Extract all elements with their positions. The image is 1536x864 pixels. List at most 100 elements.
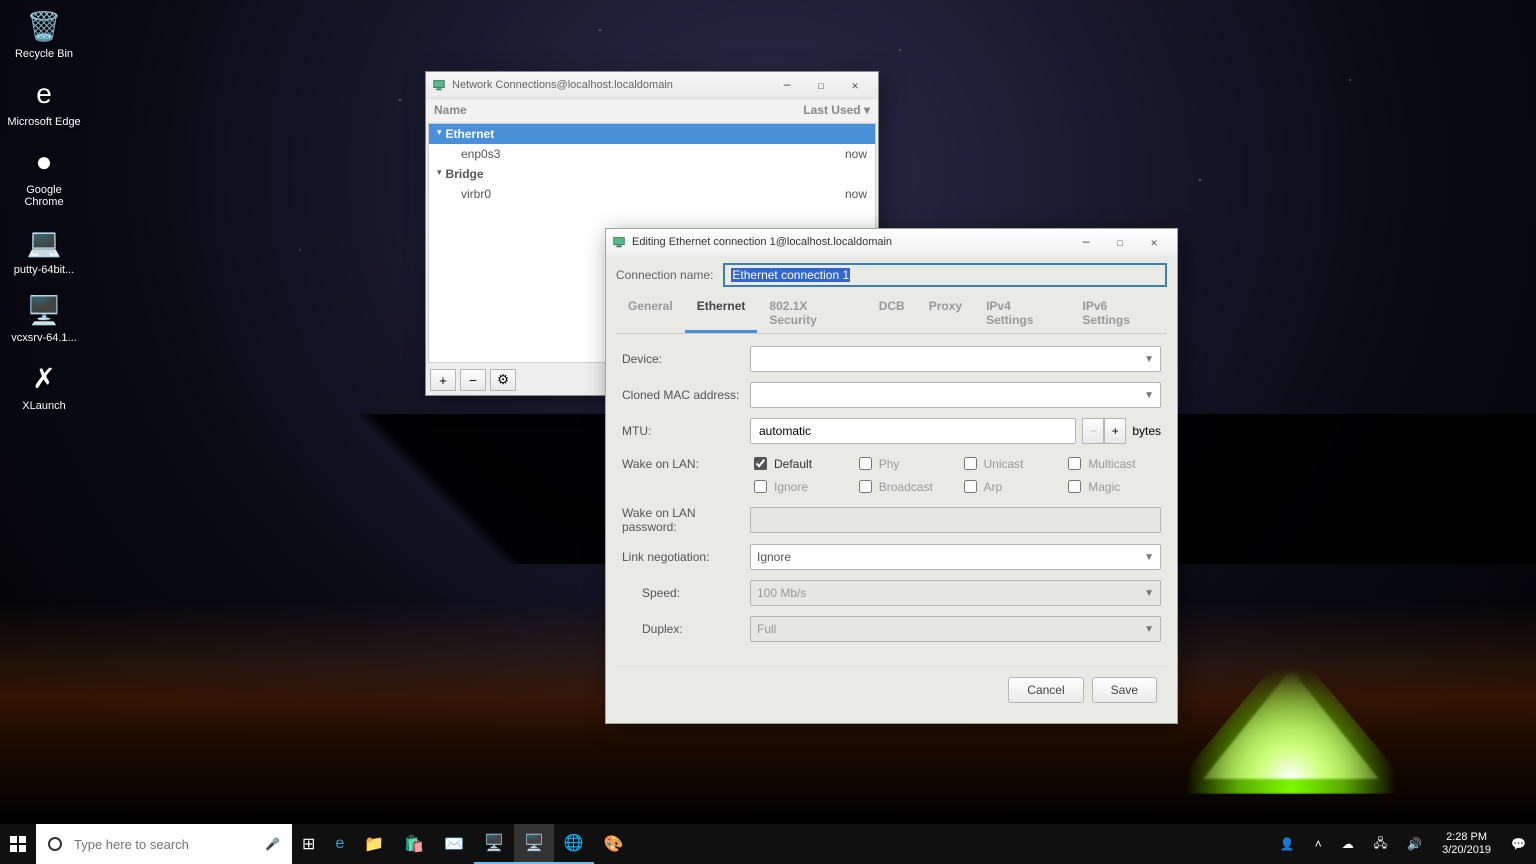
connection-name-label: Connection name: bbox=[616, 268, 713, 282]
checkbox[interactable] bbox=[1068, 480, 1081, 493]
app-icon: ● bbox=[24, 142, 64, 182]
nc-column-headers: Name Last Used ▾ bbox=[426, 98, 878, 121]
checkbox-label: Magic bbox=[1088, 480, 1120, 494]
microphone-icon[interactable]: 🎤 bbox=[265, 837, 280, 851]
desktop-icon-microsoft-edge[interactable]: eMicrosoft Edge bbox=[6, 74, 82, 128]
checkbox-label: Arp bbox=[984, 480, 1003, 494]
taskbar-edge[interactable]: e bbox=[325, 824, 354, 864]
connection-group[interactable]: ▾Ethernet bbox=[429, 124, 875, 144]
checkbox-label: Multicast bbox=[1088, 457, 1135, 471]
search-input[interactable] bbox=[72, 836, 255, 853]
connection-item[interactable]: enp0s3now bbox=[429, 144, 875, 164]
checkbox[interactable] bbox=[859, 457, 872, 470]
taskbar-app3[interactable]: 🎨 bbox=[594, 824, 634, 864]
tab-ipv6-settings[interactable]: IPv6 Settings bbox=[1071, 293, 1167, 333]
system-tray: 👤 ˄ ☁ 🖧 🔊 2:28 PM 3/20/2019 💬 bbox=[1270, 824, 1536, 864]
desktop-icon-recycle-bin[interactable]: 🗑️Recycle Bin bbox=[6, 6, 82, 60]
minimize-button[interactable]: ─ bbox=[1069, 231, 1103, 253]
desktop-icon-google-chrome[interactable]: ●Google Chrome bbox=[6, 142, 82, 208]
maximize-button[interactable]: ☐ bbox=[1103, 231, 1137, 253]
minimize-button[interactable]: ─ bbox=[770, 74, 804, 96]
desktop-icons: 🗑️Recycle Bin eMicrosoft Edge ●Google Chro… bbox=[0, 0, 88, 432]
taskbar-mail[interactable]: ✉️ bbox=[434, 824, 474, 864]
onedrive-icon[interactable]: ☁ bbox=[1332, 824, 1364, 864]
start-button[interactable] bbox=[0, 824, 36, 864]
app-icon: 🖥️ bbox=[24, 290, 64, 330]
edit-connection-button[interactable]: ⚙ bbox=[490, 369, 516, 391]
tab-proxy[interactable]: Proxy bbox=[917, 293, 974, 333]
device-combo[interactable]: ▼ bbox=[750, 346, 1161, 372]
close-button[interactable]: ✕ bbox=[1137, 231, 1171, 253]
wol-option-broadcast[interactable]: Broadcast bbox=[855, 477, 952, 496]
taskbar-explorer[interactable]: 📁 bbox=[354, 824, 394, 864]
caret-down-icon: ▾ bbox=[437, 167, 442, 181]
wol-option-ignore[interactable]: Ignore bbox=[750, 477, 847, 496]
cloned-mac-label: Cloned MAC address: bbox=[622, 388, 750, 402]
icon-label: vcxsrv-64.1... bbox=[6, 332, 82, 344]
people-icon[interactable]: 👤 bbox=[1270, 824, 1305, 864]
wol-option-arp[interactable]: Arp bbox=[960, 477, 1057, 496]
action-center-icon[interactable]: 💬 bbox=[1501, 824, 1536, 864]
col-last-used[interactable]: Last Used ▾ bbox=[803, 103, 870, 117]
checkbox[interactable] bbox=[964, 457, 977, 470]
link-negotiation-combo[interactable]: Ignore ▼ bbox=[750, 544, 1161, 570]
tab-ethernet[interactable]: Ethernet bbox=[685, 293, 758, 333]
remove-connection-button[interactable]: − bbox=[460, 369, 486, 391]
cortana-icon bbox=[48, 837, 62, 851]
task-view-button[interactable]: ⊞ bbox=[292, 824, 325, 864]
network-tray-icon[interactable]: 🖧 bbox=[1364, 824, 1397, 864]
wol-option-multicast[interactable]: Multicast bbox=[1064, 454, 1161, 473]
connection-group[interactable]: ▾Bridge bbox=[429, 164, 875, 184]
desktop-icon-putty-64bit-[interactable]: 💻putty-64bit... bbox=[6, 222, 82, 276]
save-button[interactable]: Save bbox=[1092, 677, 1157, 703]
speed-combo: 100 Mb/s ▼ bbox=[750, 580, 1161, 606]
mtu-input[interactable] bbox=[750, 418, 1076, 444]
tab-802-1x-security[interactable]: 802.1X Security bbox=[757, 293, 866, 333]
cancel-button[interactable]: Cancel bbox=[1008, 677, 1083, 703]
checkbox[interactable] bbox=[754, 480, 767, 493]
volume-icon[interactable]: 🔊 bbox=[1397, 824, 1432, 864]
link-negotiation-label: Link negotiation: bbox=[622, 550, 750, 564]
wol-password-input bbox=[750, 507, 1161, 533]
edit-titlebar[interactable]: Editing Ethernet connection 1@localhost.… bbox=[606, 229, 1177, 255]
connection-item[interactable]: virbr0now bbox=[429, 184, 875, 204]
mtu-increment-button[interactable]: + bbox=[1104, 418, 1126, 444]
wol-option-default[interactable]: Default bbox=[750, 454, 847, 473]
checkbox[interactable] bbox=[859, 480, 872, 493]
desktop-icon-xlaunch[interactable]: ✗XLaunch bbox=[6, 358, 82, 412]
tab-bar: GeneralEthernet802.1X SecurityDCBProxyIP… bbox=[616, 293, 1167, 334]
wol-option-magic[interactable]: Magic bbox=[1064, 477, 1161, 496]
connection-name-input[interactable]: Ethernet connection 1 bbox=[723, 263, 1167, 287]
checkbox[interactable] bbox=[1068, 457, 1081, 470]
tab-general[interactable]: General bbox=[616, 293, 685, 333]
maximize-button[interactable]: ☐ bbox=[804, 74, 838, 96]
col-name[interactable]: Name bbox=[434, 103, 803, 117]
close-button[interactable]: ✕ bbox=[838, 74, 872, 96]
ethernet-tab-panel: Device: ▼ Cloned MAC address: ▼ MTU: bbox=[616, 334, 1167, 658]
tray-chevron-icon[interactable]: ˄ bbox=[1305, 824, 1332, 864]
chevron-down-icon: ▼ bbox=[1144, 354, 1154, 365]
add-connection-button[interactable]: + bbox=[430, 369, 456, 391]
taskbar-chrome[interactable]: 🌐 bbox=[554, 824, 594, 864]
search-box[interactable]: 🎤 bbox=[36, 824, 292, 864]
checkbox[interactable] bbox=[754, 457, 767, 470]
wol-option-phy[interactable]: Phy bbox=[855, 454, 952, 473]
taskbar-clock[interactable]: 2:28 PM 3/20/2019 bbox=[1432, 831, 1501, 857]
network-icon bbox=[612, 235, 626, 249]
taskbar-app2[interactable]: 🖥️ bbox=[514, 824, 554, 864]
edit-connection-window: Editing Ethernet connection 1@localhost.… bbox=[605, 228, 1178, 724]
checkbox-label: Phy bbox=[879, 457, 900, 471]
desktop-icon-vcxsrv-64-1-[interactable]: 🖥️ vcxsrv-64.1... bbox=[6, 290, 82, 344]
app-icon: 🗑️ bbox=[24, 6, 64, 46]
cloned-mac-combo[interactable]: ▼ bbox=[750, 382, 1161, 408]
checkbox[interactable] bbox=[964, 480, 977, 493]
tab-ipv4-settings[interactable]: IPv4 Settings bbox=[974, 293, 1070, 333]
tab-dcb[interactable]: DCB bbox=[867, 293, 917, 333]
nc-titlebar[interactable]: Network Connections@localhost.localdomai… bbox=[426, 72, 878, 98]
mtu-decrement-button[interactable]: − bbox=[1082, 418, 1104, 444]
taskbar-store[interactable]: 🛍️ bbox=[394, 824, 434, 864]
taskbar-app1[interactable]: 🖥️ bbox=[474, 824, 514, 864]
wol-option-unicast[interactable]: Unicast bbox=[960, 454, 1057, 473]
network-icon bbox=[432, 78, 446, 92]
checkbox-label: Default bbox=[774, 457, 812, 471]
